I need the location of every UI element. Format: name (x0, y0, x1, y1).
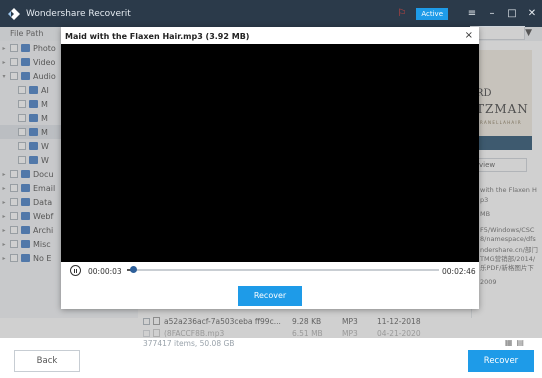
active-badge[interactable]: Active (416, 7, 448, 20)
menu-icon[interactable]: ≡ (462, 8, 482, 19)
media-player-area[interactable] (61, 44, 479, 262)
close-icon[interactable]: × (465, 30, 473, 41)
title-bar: Wondershare Recoverit ⚐ Active ≡ – □ ✕ (0, 0, 542, 27)
app-logo-icon (8, 7, 20, 20)
seek-bar[interactable] (127, 269, 439, 271)
seek-handle[interactable] (130, 266, 137, 273)
modal-title: Maid with the Flaxen Hair.mp3 (3.92 MB) (65, 32, 250, 41)
recover-button[interactable]: Recover (468, 350, 534, 372)
maximize-icon[interactable]: □ (502, 8, 522, 19)
bottom-bar (0, 338, 542, 378)
total-time: 00:02:46 (442, 267, 476, 276)
modal-recover-button[interactable]: Recover (238, 286, 302, 306)
minimize-icon[interactable]: – (482, 8, 502, 19)
current-time: 00:00:03 (88, 267, 122, 276)
pause-button[interactable] (70, 265, 81, 276)
gift-icon[interactable]: ⚐ (397, 8, 406, 19)
app-title: Wondershare Recoverit (26, 8, 131, 19)
back-button[interactable]: Back (14, 350, 80, 372)
close-window-icon[interactable]: ✕ (522, 8, 542, 19)
preview-modal: Maid with the Flaxen Hair.mp3 (3.92 MB) … (61, 27, 479, 309)
